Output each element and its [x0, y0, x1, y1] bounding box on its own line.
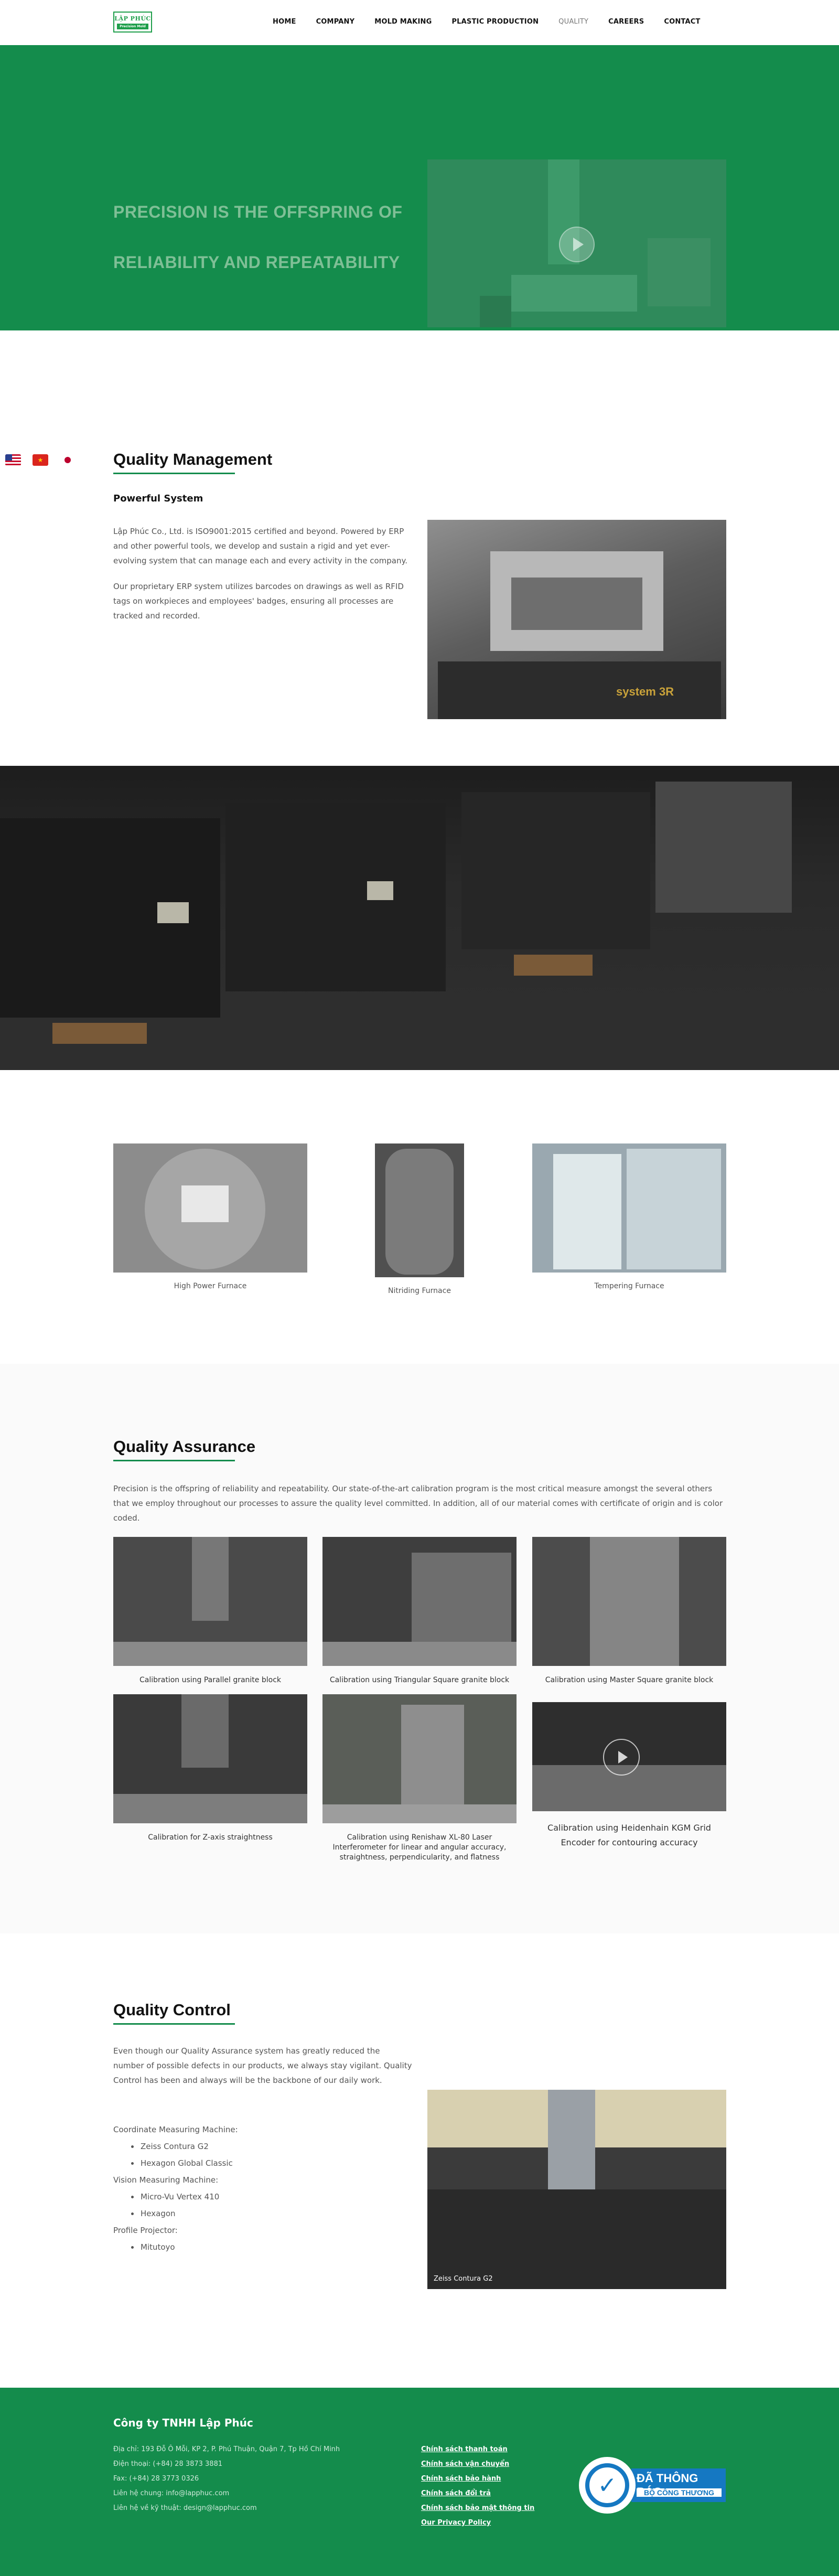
furnace-gallery: High Power Furnace Nitriding Furnace Tem…: [0, 1070, 839, 1364]
calibration-image: [322, 1537, 517, 1666]
calibration-item: Calibration using Triangular Square gran…: [322, 1537, 517, 1685]
list-heading: Profile Projector:: [113, 2226, 178, 2235]
nav-home[interactable]: HOME: [273, 18, 296, 26]
nitriding-furnace-image: [375, 1143, 464, 1277]
footer-address: Địa chỉ: 193 Đỗ Ô Mỗi, KP 2, P. Phú Thuậ…: [113, 2445, 340, 2453]
cmm-image: Zeiss Contura G2: [427, 2090, 726, 2289]
footer-phone: Điện thoại: (+84) 28 3873 3881: [113, 2460, 223, 2468]
calibration-item: Calibration using Heidenhain KGM Grid En…: [532, 1702, 726, 1850]
calibration-item: Calibration using Master Square granite …: [532, 1537, 726, 1685]
footer-email-technical[interactable]: Liên hệ về kỹ thuật: design@lapphuc.com: [113, 2501, 340, 2516]
ministry-badge[interactable]: ĐÃ THÔNG BÁO BỘ CÔNG THƯƠNG ✓: [579, 2455, 728, 2516]
calibration-image: [113, 1694, 307, 1823]
calibration-caption: Calibration for Z-axis straightness: [148, 1833, 273, 1842]
company-logo[interactable]: LẬP PHÚC Precision Mold: [113, 12, 152, 33]
title-underline: [113, 2023, 235, 2025]
title-underline: [113, 1460, 235, 1461]
calibration-item: Calibration for Z-axis straightness: [113, 1694, 307, 1843]
erp-machine-image: system 3R: [427, 520, 726, 719]
nav-contact[interactable]: CONTACT: [664, 18, 700, 26]
title-underline: [113, 473, 235, 474]
link-return-policy[interactable]: Chính sách đổi trả: [421, 2486, 534, 2501]
page: LẬP PHÚC Precision Mold HOME COMPANY MOL…: [0, 0, 839, 2576]
quality-control-intro: Even though our Quality Assurance system…: [113, 2046, 412, 2085]
equipment-list: Coordinate Measuring Machine: Zeiss Cont…: [113, 2121, 412, 2256]
link-security-policy[interactable]: Chính sách bảo mật thông tin: [421, 2501, 534, 2516]
quality-management-subtitle: Powerful System: [113, 493, 203, 504]
image-label: system 3R: [616, 685, 674, 698]
list-item: Hexagon: [113, 2205, 412, 2222]
steel-blocks-banner: [0, 766, 839, 1070]
calibration-image: [113, 1537, 307, 1666]
nav-careers[interactable]: CAREERS: [608, 18, 644, 26]
hero-title: PRECISION IS THE OFFSPRING OF RELIABILIT…: [113, 204, 428, 271]
check-icon: ✓: [579, 2457, 636, 2514]
hero-video[interactable]: [427, 159, 726, 327]
calibration-item: Calibration using Parallel granite block: [113, 1537, 307, 1685]
list-item: Hexagon Global Classic: [113, 2155, 412, 2172]
play-icon[interactable]: [559, 227, 595, 262]
quality-management-paragraph-1: Lập Phúc Co., Ltd. is ISO9001:2015 certi…: [113, 527, 407, 565]
calibration-caption: Calibration using Master Square granite …: [545, 1676, 714, 1684]
quality-control-section: Quality Control Even though our Quality …: [0, 1933, 839, 2388]
logo-text: LẬP PHÚC: [114, 15, 151, 22]
calibration-image: [532, 1537, 726, 1666]
list-heading: Vision Measuring Machine:: [113, 2175, 219, 2185]
quality-management-section: Quality Management Powerful System Lập P…: [0, 330, 839, 766]
furnace-item: Tempering Furnace: [532, 1143, 726, 1290]
nav-quality[interactable]: QUALITY: [558, 18, 588, 26]
calibration-caption: Calibration using Parallel granite block: [139, 1676, 282, 1684]
quality-management-title: Quality Management: [113, 450, 273, 468]
hero-title-line2: RELIABILITY AND REPEATABILITY: [113, 253, 400, 272]
play-icon[interactable]: [603, 1739, 640, 1776]
link-payment-policy[interactable]: Chính sách thanh toán: [421, 2442, 534, 2457]
high-power-furnace-image: [113, 1143, 307, 1273]
link-privacy-policy[interactable]: Our Privacy Policy: [421, 2516, 534, 2530]
main-nav: HOME COMPANY MOLD MAKING PLASTIC PRODUCT…: [273, 18, 720, 26]
calibration-caption: Calibration using Triangular Square gran…: [329, 1676, 510, 1684]
list-item: Micro-Vu Vertex 410: [113, 2188, 412, 2205]
hero-title-line1: PRECISION IS THE OFFSPRING OF: [113, 202, 403, 221]
furnace-caption: Tempering Furnace: [594, 1282, 664, 1290]
quality-management-paragraph-2: Our proprietary ERP system utilizes barc…: [113, 582, 404, 621]
nav-mold-making[interactable]: MOLD MAKING: [374, 18, 432, 26]
furnace-item: High Power Furnace: [113, 1143, 307, 1290]
list-item: Zeiss Contura G2: [113, 2138, 412, 2155]
hero-section: PRECISION IS THE OFFSPRING OF RELIABILIT…: [0, 45, 839, 330]
site-header: LẬP PHÚC Precision Mold HOME COMPANY MOL…: [0, 0, 839, 45]
furnace-caption: Nitriding Furnace: [388, 1287, 451, 1295]
image-caption: Zeiss Contura G2: [434, 2275, 493, 2283]
footer-contact-info: Địa chỉ: 193 Đỗ Ô Mỗi, KP 2, P. Phú Thuậ…: [113, 2442, 340, 2516]
calibration-caption: Calibration using Renishaw XL-80 Laser I…: [332, 1833, 507, 1862]
tempering-furnace-image: [532, 1143, 726, 1273]
list-item: Mitutoyo: [113, 2239, 412, 2256]
site-footer: Công ty TNHH Lập Phúc Địa chỉ: 193 Đỗ Ô …: [0, 2388, 839, 2576]
calibration-image: [322, 1694, 517, 1823]
quality-assurance-section: Quality Assurance Precision is the offsp…: [0, 1364, 839, 1933]
calibration-video[interactable]: [532, 1702, 726, 1811]
badge-line2: BỘ CÔNG THƯƠNG: [637, 2488, 722, 2497]
link-shipping-policy[interactable]: Chính sách vận chuyển: [421, 2457, 534, 2472]
quality-assurance-intro: Precision is the offspring of reliabilit…: [113, 1484, 723, 1523]
footer-fax: Fax: (+84) 28 3773 0326: [113, 2475, 199, 2483]
nav-plastic-production[interactable]: PLASTIC PRODUCTION: [451, 18, 539, 26]
furnace-caption: High Power Furnace: [174, 1282, 247, 1290]
nav-company[interactable]: COMPANY: [316, 18, 355, 26]
quality-control-title: Quality Control: [113, 2001, 231, 2019]
badge-label: ĐÃ THÔNG BÁO BỘ CÔNG THƯƠNG: [631, 2468, 726, 2502]
list-heading: Coordinate Measuring Machine:: [113, 2125, 238, 2134]
footer-company-name: Công ty TNHH Lập Phúc: [113, 2417, 253, 2429]
furnace-item: Nitriding Furnace: [375, 1143, 464, 1295]
calibration-caption: Calibration using Heidenhain KGM Grid En…: [547, 1823, 711, 1847]
calibration-item: Calibration using Renishaw XL-80 Laser I…: [322, 1694, 517, 1863]
footer-policy-links: Chính sách thanh toán Chính sách vận chu…: [421, 2442, 534, 2530]
footer-email-general[interactable]: Liên hệ chung: info@lapphuc.com: [113, 2486, 340, 2501]
logo-subtext: Precision Mold: [117, 23, 148, 29]
link-warranty-policy[interactable]: Chính sách bảo hành: [421, 2472, 534, 2486]
quality-assurance-title: Quality Assurance: [113, 1437, 256, 1456]
